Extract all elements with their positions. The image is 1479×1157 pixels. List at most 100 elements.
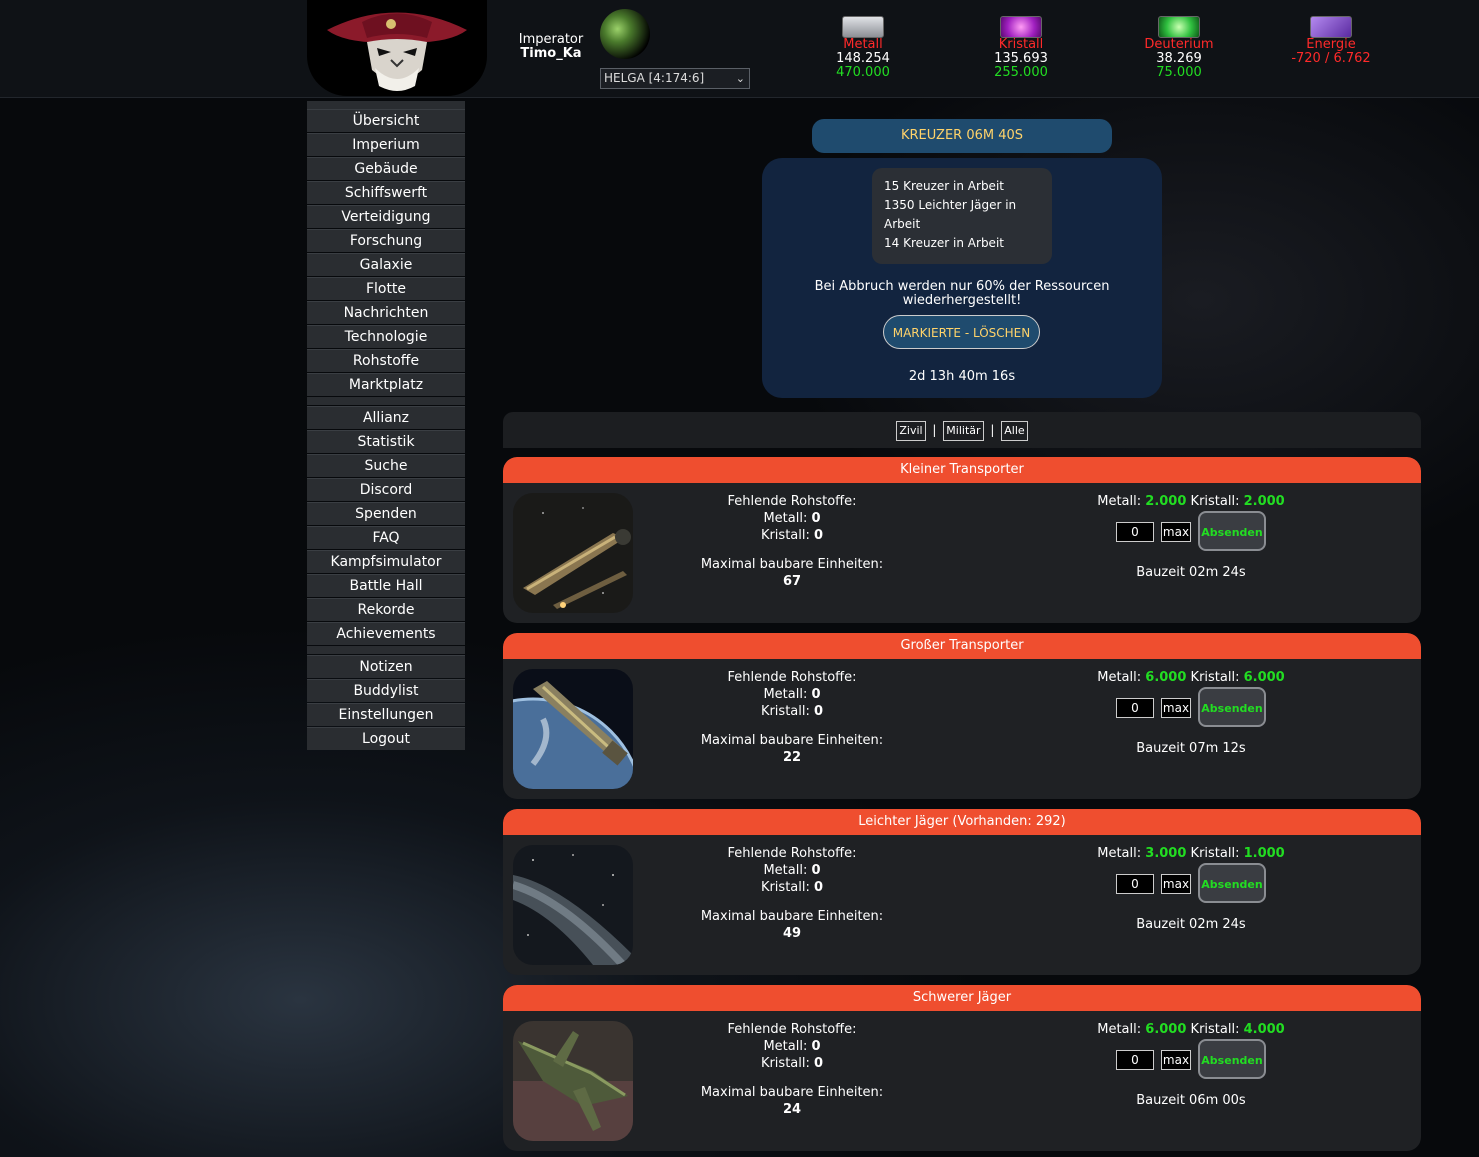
- menu-item-gebaeude[interactable]: Gebäude: [307, 157, 465, 180]
- metal-label: Metall:: [763, 511, 808, 526]
- ship-image[interactable]: [513, 493, 633, 613]
- player-rank: Imperator: [518, 32, 584, 47]
- crystal-icon: [1000, 16, 1042, 38]
- missing-crystal: Kristall: 0: [683, 879, 901, 896]
- menu-item-statistik[interactable]: Statistik: [307, 430, 465, 453]
- quantity-input[interactable]: 0: [1116, 1050, 1154, 1070]
- ship-requirements: Fehlende Rohstoffe: Metall: 0 Kristall: …: [683, 1021, 901, 1118]
- crystal-label: Kristall:: [760, 1056, 810, 1071]
- resource-current: 135.693: [994, 51, 1048, 66]
- menu-item-verteidigung[interactable]: Verteidigung: [307, 205, 465, 228]
- missing-crystal-value: 0: [814, 704, 824, 719]
- cost-metal: 6.000: [1145, 1022, 1187, 1037]
- menu-item-discord[interactable]: Discord: [307, 478, 465, 501]
- ship-cost: Metall: 3.000 Kristall: 1.000: [1063, 845, 1319, 862]
- pirate-logo-icon: [327, 12, 467, 91]
- resource-current: -720 / 6.762: [1291, 51, 1371, 66]
- filter-all-button[interactable]: Alle: [1001, 420, 1028, 441]
- max-button[interactable]: max: [1161, 522, 1191, 542]
- cancel-warning-line: wiederhergestellt!: [902, 293, 1022, 308]
- crystal-label: Kristall:: [760, 528, 810, 543]
- menu-divider: [307, 397, 465, 405]
- menu-item-uebersicht[interactable]: Übersicht: [307, 109, 465, 132]
- filter-civil-button[interactable]: Zivil: [896, 420, 926, 441]
- quantity-input[interactable]: 0: [1116, 522, 1154, 542]
- small-transporter-icon: [513, 493, 633, 613]
- game-logo: [307, 0, 487, 96]
- menu-item-battle-hall[interactable]: Battle Hall: [307, 574, 465, 597]
- cost-metal: 3.000: [1145, 846, 1187, 861]
- queue-item[interactable]: 14 Kreuzer in Arbeit: [884, 234, 1052, 253]
- delete-selected-button[interactable]: MARKIERTE - LÖSCHEN: [883, 315, 1040, 349]
- send-button[interactable]: Absenden: [1198, 1039, 1266, 1079]
- crystal-label: Kristall:: [1190, 670, 1240, 685]
- missing-metal: Metall: 0: [683, 862, 901, 879]
- menu-item-schiffswerft[interactable]: Schiffswerft: [307, 181, 465, 204]
- menu-item-imperium[interactable]: Imperium: [307, 133, 465, 156]
- ship-cost: Metall: 6.000 Kristall: 6.000: [1063, 669, 1319, 686]
- ship-requirements: Fehlende Rohstoffe: Metall: 0 Kristall: …: [683, 493, 901, 590]
- crystal-label: Kristall:: [1190, 494, 1240, 509]
- menu-item-notizen[interactable]: Notizen: [307, 655, 465, 678]
- send-button[interactable]: Absenden: [1198, 511, 1266, 551]
- send-button[interactable]: Absenden: [1198, 863, 1266, 903]
- menu-item-marktplatz[interactable]: Marktplatz: [307, 373, 465, 396]
- resource-capacity: 470.000: [836, 65, 890, 80]
- menu-item-galaxie[interactable]: Galaxie: [307, 253, 465, 276]
- max-units-label: Maximal baubare Einheiten:: [700, 733, 884, 748]
- ship-title: Kleiner Transporter: [503, 457, 1421, 483]
- filter-military-button[interactable]: Militär: [943, 420, 984, 441]
- max-units-label: Maximal baubare Einheiten:: [700, 1085, 884, 1100]
- menu-item-achievements[interactable]: Achievements: [307, 622, 465, 645]
- ship-requirements: Fehlende Rohstoffe: Metall: 0 Kristall: …: [683, 669, 901, 766]
- queue-item[interactable]: 1350 Leichter Jäger in Arbeit: [884, 196, 1052, 234]
- menu-item-technologie[interactable]: Technologie: [307, 325, 465, 348]
- menu-item-flotte[interactable]: Flotte: [307, 277, 465, 300]
- ship-card-heavy-fighter: Schwerer Jäger Fehlende Rohstoffe: Metal…: [503, 985, 1421, 1151]
- menu-item-logout[interactable]: Logout: [307, 727, 465, 750]
- planet-select-value: HELGA [4:174:6]: [604, 71, 705, 85]
- max-button[interactable]: max: [1161, 698, 1191, 718]
- crystal-label: Kristall:: [1190, 846, 1240, 861]
- menu-item-buddylist[interactable]: Buddylist: [307, 679, 465, 702]
- quantity-input[interactable]: 0: [1116, 874, 1154, 894]
- ship-image[interactable]: [513, 1021, 633, 1141]
- planet-image[interactable]: [600, 9, 650, 59]
- ship-image[interactable]: [513, 845, 633, 965]
- queue-item[interactable]: 15 Kreuzer in Arbeit: [884, 177, 1052, 196]
- menu-item-einstellungen[interactable]: Einstellungen: [307, 703, 465, 726]
- current-build-timer: KREUZER 06M 40S: [812, 119, 1112, 153]
- missing-crystal: Kristall: 0: [683, 703, 901, 720]
- missing-label: Fehlende Rohstoffe:: [727, 670, 857, 685]
- max-units-label: Maximal baubare Einheiten:: [700, 557, 884, 572]
- menu-item-nachrichten[interactable]: Nachrichten: [307, 301, 465, 324]
- missing-label: Fehlende Rohstoffe:: [727, 1022, 857, 1037]
- cost-crystal: 6.000: [1243, 670, 1285, 685]
- menu-item-allianz[interactable]: Allianz: [307, 406, 465, 429]
- player-info: Imperator Timo_Ka: [505, 33, 597, 61]
- quantity-input[interactable]: 0: [1116, 698, 1154, 718]
- menu-item-faq[interactable]: FAQ: [307, 526, 465, 549]
- menu-item-forschung[interactable]: Forschung: [307, 229, 465, 252]
- ship-requirements: Fehlende Rohstoffe: Metall: 0 Kristall: …: [683, 845, 901, 942]
- cost-crystal: 1.000: [1243, 846, 1285, 861]
- missing-metal-value: 0: [811, 863, 821, 878]
- missing-label: Fehlende Rohstoffe:: [727, 494, 857, 509]
- missing-metal-value: 0: [811, 687, 821, 702]
- missing-label: Fehlende Rohstoffe:: [727, 846, 857, 861]
- missing-metal: Metall: 0: [683, 686, 901, 703]
- menu-item-rohstoffe[interactable]: Rohstoffe: [307, 349, 465, 372]
- ship-image[interactable]: [513, 669, 633, 789]
- menu-item-rekorde[interactable]: Rekorde: [307, 598, 465, 621]
- max-button[interactable]: max: [1161, 1050, 1191, 1070]
- send-button[interactable]: Absenden: [1198, 687, 1266, 727]
- cost-metal: 6.000: [1145, 670, 1187, 685]
- menu-item-spenden[interactable]: Spenden: [307, 502, 465, 525]
- crystal-label: Kristall:: [760, 880, 810, 895]
- max-units-value: 49: [782, 926, 802, 941]
- menu-item-kampfsimulator[interactable]: Kampfsimulator: [307, 550, 465, 573]
- queue-list[interactable]: 15 Kreuzer in Arbeit 1350 Leichter Jäger…: [872, 168, 1052, 264]
- max-button[interactable]: max: [1161, 874, 1191, 894]
- menu-item-suche[interactable]: Suche: [307, 454, 465, 477]
- planet-select[interactable]: HELGA [4:174:6] ⌄: [600, 68, 750, 89]
